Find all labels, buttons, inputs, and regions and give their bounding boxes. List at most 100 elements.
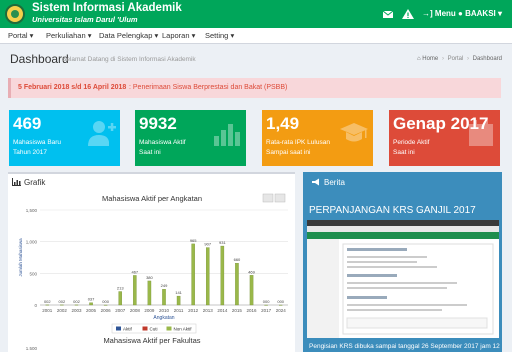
bar-non-aktif bbox=[191, 243, 195, 306]
nav-item-setting[interactable]: Setting ▾ bbox=[205, 31, 234, 40]
warning-icon[interactable] bbox=[401, 7, 415, 21]
x-tick-label: 2014 bbox=[217, 308, 228, 313]
bullhorn-icon bbox=[312, 178, 319, 186]
user-icon: ● bbox=[458, 9, 463, 18]
export-chart-button bbox=[274, 193, 286, 203]
x-tick-label: 2016 bbox=[247, 308, 258, 313]
news-title[interactable]: PERPANJANGAN KRS GANJIL 2017 bbox=[309, 205, 476, 216]
page-title: Dashboard bbox=[10, 52, 69, 66]
bar-data-label: 002 bbox=[59, 299, 66, 304]
app-title[interactable]: Sistem Informasi Akademik bbox=[32, 2, 182, 14]
nav-item-perkuliahan[interactable]: Perkuliahan ▾ bbox=[46, 31, 91, 40]
bar-data-label: 037 bbox=[88, 297, 95, 302]
x-tick-label: 2012 bbox=[188, 308, 199, 313]
legend-swatch bbox=[142, 326, 148, 331]
breadcrumb-home[interactable]: Home bbox=[422, 56, 438, 62]
bar-data-label: 380 bbox=[146, 275, 153, 280]
page-subtitle: Selamat Datang di Sistem Informasi Akade… bbox=[62, 56, 196, 63]
app-subtitle: Universitas Islam Darul 'Ulum bbox=[32, 15, 138, 24]
krs-screenshot-illustration bbox=[307, 220, 499, 338]
grafik-panel: Grafik Mahasiswa Aktif per Angkatan 0 500 1… bbox=[8, 172, 295, 352]
x-tick-label: 2006 bbox=[101, 308, 112, 313]
home-icon: ⌂ bbox=[416, 56, 421, 62]
x-axis-label: Angkatan bbox=[153, 315, 174, 321]
chevron-down-icon: ▾ bbox=[497, 9, 502, 18]
y-tick-label: 1,500 bbox=[26, 208, 38, 213]
envelope-icon[interactable] bbox=[381, 7, 395, 21]
university-logo[interactable] bbox=[5, 4, 25, 24]
bar-non-aktif bbox=[133, 275, 137, 306]
menu-button[interactable]: →] Menu bbox=[422, 9, 456, 18]
legend-label: Aktif bbox=[123, 326, 133, 331]
x-tick-label: 2002 bbox=[57, 308, 68, 313]
bar-data-label: 002 bbox=[44, 299, 51, 304]
bar-non-aktif bbox=[249, 275, 254, 306]
x-tick-label: 2003 bbox=[71, 308, 82, 313]
x-tick-label: 2008 bbox=[130, 308, 141, 313]
nav-item-laporan[interactable]: Laporan ▾ bbox=[162, 31, 195, 40]
alert-date: 5 Februari 2018 s/d 16 April 2018 bbox=[18, 84, 127, 91]
bar-non-aktif bbox=[147, 280, 152, 306]
bar-data-label: 141 bbox=[175, 290, 182, 295]
bar-non-aktif bbox=[162, 289, 166, 306]
breadcrumb: ⌂ Home › Portal › Dashboard bbox=[416, 56, 502, 62]
legend-swatch bbox=[166, 326, 172, 331]
bar-data-label: 931 bbox=[219, 240, 226, 245]
bar-data-label: 467 bbox=[131, 269, 138, 274]
menu-label: Menu bbox=[434, 9, 456, 18]
user-name: BAAKSI bbox=[465, 9, 496, 18]
x-tick-label: 2005 bbox=[86, 308, 97, 313]
news-screenshot-image[interactable] bbox=[307, 220, 499, 338]
x-tick-label: 2013 bbox=[203, 308, 214, 313]
stat-box-average-gpa[interactable]: 1,49 Rata-rata IPK Lulusan Sampai saat in… bbox=[262, 110, 373, 166]
user-add-icon bbox=[88, 121, 116, 146]
stat-box-active-students[interactable]: 9932 Mahasiswa Aktif Saat ini bbox=[135, 110, 246, 166]
bar-non-aktif bbox=[118, 291, 122, 306]
user-menu-button[interactable]: ● BAAKSI ▾ bbox=[458, 9, 502, 18]
berita-panel: Berita PERPANJANGAN KRS GANJIL 2017 Peng… bbox=[303, 172, 502, 352]
stat-box-active-period[interactable]: Genap 2017 Periode Aktif Saat ini bbox=[389, 110, 500, 166]
stat-box-new-students[interactable]: 469 Mahasiswa Baru Tahun 2017 bbox=[9, 110, 120, 166]
chart-active-students-per-year: Mahasiswa Aktif per Angkatan05001,0001,5… bbox=[12, 190, 292, 351]
main-nav: Portal ▾ Perkuliahan ▾ Data Pelengkap ▾ … bbox=[0, 28, 512, 44]
nav-item-data-pelengkap[interactable]: Data Pelengkap ▾ bbox=[99, 31, 158, 40]
stat-value: 469 bbox=[13, 114, 42, 133]
x-tick-label: 2007 bbox=[115, 308, 126, 313]
bar-data-label: 469 bbox=[248, 269, 255, 274]
top-header: Sistem Informasi Akademik Universitas Is… bbox=[0, 0, 512, 28]
bar-non-aktif bbox=[89, 302, 93, 306]
stat-value: 1,49 bbox=[266, 114, 300, 133]
chart-container: Mahasiswa Aktif per Angkatan 0 500 1,000 1,5… bbox=[12, 190, 292, 351]
bar-non-aktif bbox=[220, 245, 225, 306]
x-tick-label: 2010 bbox=[159, 308, 170, 313]
bar-data-label: 965 bbox=[190, 238, 197, 243]
chart-title: Mahasiswa Aktif per Angkatan bbox=[102, 194, 202, 203]
grafik-heading: Grafik bbox=[12, 178, 45, 187]
bar-non-aktif bbox=[206, 247, 210, 306]
alert-text[interactable]: : Penerimaan Siswa Berprestasi dan Bakat… bbox=[129, 84, 287, 91]
area-chart-icon bbox=[12, 178, 21, 186]
breadcrumb-portal[interactable]: Portal bbox=[448, 56, 464, 62]
legend-label: Cuti bbox=[150, 326, 158, 331]
berita-heading: Berita bbox=[311, 178, 345, 187]
nav-item-portal[interactable]: Portal ▾ bbox=[8, 31, 33, 40]
legend-swatch bbox=[116, 326, 121, 331]
bar-data-label: 249 bbox=[161, 283, 168, 288]
print-chart-button bbox=[262, 193, 274, 203]
breadcrumb-current: Dashboard bbox=[472, 56, 502, 62]
bar-non-aktif bbox=[235, 263, 239, 306]
bar-chart-icon bbox=[214, 124, 240, 146]
bar-data-label: 213 bbox=[117, 286, 124, 291]
bar-data-label: 000 bbox=[263, 299, 270, 304]
x-tick-label: 2017 bbox=[261, 308, 272, 313]
bar-data-label: 002 bbox=[73, 299, 80, 304]
bar-data-label: 660 bbox=[234, 257, 241, 262]
bar-data-label: 907 bbox=[204, 242, 211, 247]
y-tick-label: 500 bbox=[29, 271, 37, 276]
x-tick-label: 2001 bbox=[42, 308, 53, 313]
announcement-alert: 5 Februari 2018 s/d 16 April 2018 : Pene… bbox=[8, 78, 501, 98]
sign-in-icon: →] bbox=[422, 9, 433, 18]
x-tick-label: 2011 bbox=[174, 308, 184, 313]
stat-value: 9932 bbox=[139, 114, 177, 133]
calendar-icon bbox=[469, 120, 493, 146]
